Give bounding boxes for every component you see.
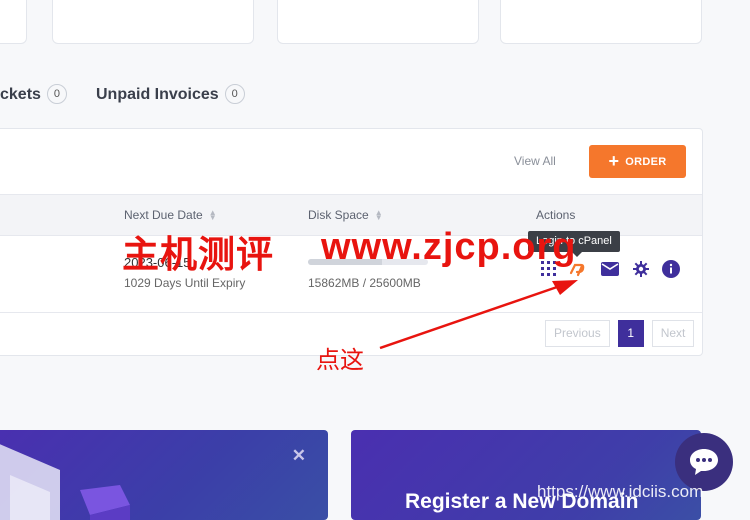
order-button[interactable]: + ORDER: [589, 145, 686, 178]
next-page-button[interactable]: Next: [651, 320, 695, 347]
days-until-expiry: 1029 Days Until Expiry: [124, 276, 246, 290]
info-icon[interactable]: [661, 259, 681, 279]
invoices-count-badge: 0: [224, 84, 245, 104]
summary-card-3: [277, 0, 479, 44]
disk-usage-text: 15862MB / 25600MB: [308, 276, 421, 290]
chat-bubble-icon: [690, 449, 718, 475]
watermark-cn: 主机测评: [122, 234, 274, 275]
previous-page-button[interactable]: Previous: [545, 320, 610, 347]
illustration-icon: [0, 444, 130, 520]
tab-tickets-label: ckets: [0, 86, 41, 103]
tab-tickets[interactable]: ckets 0: [0, 84, 67, 104]
column-disk-space[interactable]: Disk Space ▲ ▼: [308, 208, 383, 222]
promo-banner-register-domain[interactable]: Register a New Domain: [351, 430, 701, 520]
close-icon[interactable]: ✕: [292, 446, 306, 466]
watermark-bottom: https://www.idciis.com: [537, 482, 704, 501]
tickets-count-badge: 0: [46, 84, 67, 104]
column-actions: Actions: [536, 208, 576, 222]
gear-icon[interactable]: [631, 259, 651, 279]
mail-icon[interactable]: [600, 259, 620, 279]
view-all-link[interactable]: View All: [514, 154, 556, 168]
tab-invoices-label: Unpaid Invoices: [96, 86, 219, 103]
watermark-url: www.zjcp.org: [321, 226, 577, 268]
page-1-button[interactable]: 1: [617, 320, 644, 347]
summary-card-4: [500, 0, 702, 44]
summary-card-2: [52, 0, 254, 44]
summary-card-1: [0, 0, 27, 44]
sort-icon: ▲ ▼: [374, 208, 383, 222]
order-button-label: ORDER: [625, 155, 667, 168]
column-next-due-date[interactable]: Next Due Date ▲ ▼: [124, 208, 217, 222]
promo-banner-left: ✕: [0, 430, 328, 520]
pagination: Previous 1 Next: [545, 320, 695, 347]
tab-unpaid-invoices[interactable]: Unpaid Invoices 0: [96, 84, 245, 104]
sort-icon: ▲ ▼: [208, 208, 217, 222]
annotation-label: 点这: [316, 347, 364, 374]
plus-icon: +: [608, 150, 620, 171]
